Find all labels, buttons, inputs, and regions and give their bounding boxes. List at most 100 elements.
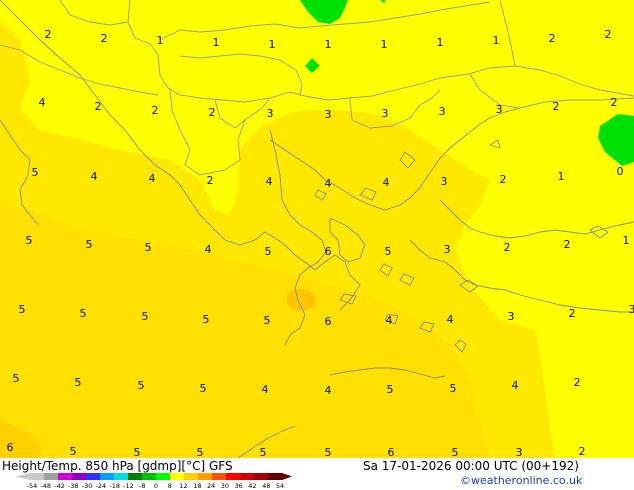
temp-label: 5 (138, 379, 145, 392)
temp-label: 1 (381, 38, 388, 51)
temp-label: 3 (629, 303, 634, 316)
temp-label: 5 (264, 314, 271, 327)
scale-tick-label: 12 (179, 482, 187, 490)
temp-label: 3 (382, 107, 389, 120)
temp-label: 5 (80, 307, 87, 320)
temp-label: 5 (387, 383, 394, 396)
color-scale-bar (16, 473, 292, 480)
scale-tick-label: -30 (82, 482, 93, 490)
temp-label: 1 (437, 36, 444, 49)
temp-label: 6 (7, 441, 14, 454)
temp-label: 5 (197, 446, 204, 458)
temp-label: 1 (493, 34, 500, 47)
map-datetime: Sa 17-01-2026 00:00 UTC (00+192) (363, 459, 579, 473)
temp-label: 1 (213, 36, 220, 49)
scale-swatch (198, 473, 213, 480)
temp-label: 2 (605, 28, 612, 41)
scale-arrow-left (16, 473, 30, 480)
temp-label: 5 (26, 234, 33, 247)
scale-swatch (212, 473, 227, 480)
temp-label: 2 (549, 32, 556, 45)
scale-swatch (128, 473, 143, 480)
scale-tick-label: -48 (40, 482, 51, 490)
temp-label: 4 (386, 314, 393, 327)
temp-label: 3 (439, 105, 446, 118)
temp-label: 4 (149, 172, 156, 185)
scale-swatch (72, 473, 87, 480)
temp-label: 2 (611, 96, 618, 109)
scale-swatch (114, 473, 129, 480)
scale-tick-label: -8 (139, 482, 145, 490)
temp-label: 4 (262, 383, 269, 396)
temp-label: 4 (325, 177, 332, 190)
scale-swatch (184, 473, 199, 480)
temp-label: 3 (516, 446, 523, 458)
temp-label: 5 (32, 166, 39, 179)
map-canvas: 2 2 1 1 1 1 1 1 1 2 2 4 2 2 2 3 3 3 3 3 2 2 5 4 4 2 4 4 4 3 2 1 0 5 5 5 4 5 6 5… (0, 0, 634, 458)
temp-label: 1 (325, 38, 332, 51)
color-scale-legend: -54 -48 -42 -38 -30 -24 -18 -12 -8 0 8 12 18 24 30 36 42… (16, 473, 292, 490)
scale-tick-label: -24 (96, 482, 107, 490)
scale-swatch (254, 473, 269, 480)
temp-label: 1 (623, 234, 630, 247)
temp-label: 2 (95, 100, 102, 113)
scale-swatch (156, 473, 171, 480)
temp-label: 3 (441, 175, 448, 188)
scale-swatch (240, 473, 255, 480)
scale-tick-label: -18 (109, 482, 120, 490)
temp-label: 5 (142, 310, 149, 323)
temp-label: 0 (617, 165, 624, 178)
temp-label: 5 (19, 303, 26, 316)
scale-tick-label: 48 (262, 482, 270, 490)
temp-label: 5 (86, 238, 93, 251)
temp-label: 5 (385, 245, 392, 258)
scale-tick-label: 36 (235, 482, 243, 490)
temp-label: 5 (13, 372, 20, 385)
temp-label: 3 (267, 107, 274, 120)
scale-swatch (58, 473, 73, 480)
temp-label: 4 (266, 175, 273, 188)
temp-label: 5 (265, 245, 272, 258)
temp-label: 1 (558, 170, 565, 183)
scale-tick-label: 8 (168, 482, 172, 490)
temp-label: 2 (101, 32, 108, 45)
temp-label: 2 (500, 173, 507, 186)
temp-label: 5 (200, 382, 207, 395)
scale-swatch (226, 473, 241, 480)
scale-swatch (100, 473, 115, 480)
temp-label: 3 (325, 108, 332, 121)
temp-label: 4 (383, 176, 390, 189)
temp-label: 5 (260, 446, 267, 458)
scale-swatch (86, 473, 101, 480)
temp-label: 5 (70, 445, 77, 458)
scale-tick-label: -54 (27, 482, 38, 490)
weather-map: 2211111112242223333322544244432105554565… (0, 0, 634, 490)
temp-label: 3 (508, 310, 515, 323)
temp-label: 2 (207, 174, 214, 187)
temp-label: 5 (145, 241, 152, 254)
map-title: Height/Temp. 850 hPa [gdmp][°C] GFS (2, 459, 233, 473)
temp-label: 2 (574, 376, 581, 389)
scale-arrow-right (282, 473, 292, 480)
temp-label: 2 (564, 238, 571, 251)
scale-swatch (268, 473, 283, 480)
scale-tick-label: 24 (207, 482, 215, 490)
temp-label: 5 (75, 376, 82, 389)
temp-label: 2 (579, 445, 586, 458)
temp-label: 4 (91, 170, 98, 183)
temp-label: 5 (203, 313, 210, 326)
temp-label: 3 (496, 103, 503, 116)
scale-tick-label: 0 (154, 482, 158, 490)
scale-tick-label: 54 (276, 482, 284, 490)
scale-tick-label: 42 (248, 482, 256, 490)
scale-tick-label: -42 (54, 482, 65, 490)
temp-label: 2 (209, 106, 216, 119)
site-credit[interactable]: ©weatheronline.co.uk (460, 474, 582, 487)
temp-label: 5 (450, 382, 457, 395)
scale-swatch (142, 473, 157, 480)
temp-label: 2 (152, 104, 159, 117)
map-footer: Height/Temp. 850 hPa [gdmp][°C] GFS Sa 1… (0, 458, 634, 490)
temp-label: 2 (504, 241, 511, 254)
scale-swatch (30, 473, 45, 480)
temp-label: 6 (325, 245, 332, 258)
